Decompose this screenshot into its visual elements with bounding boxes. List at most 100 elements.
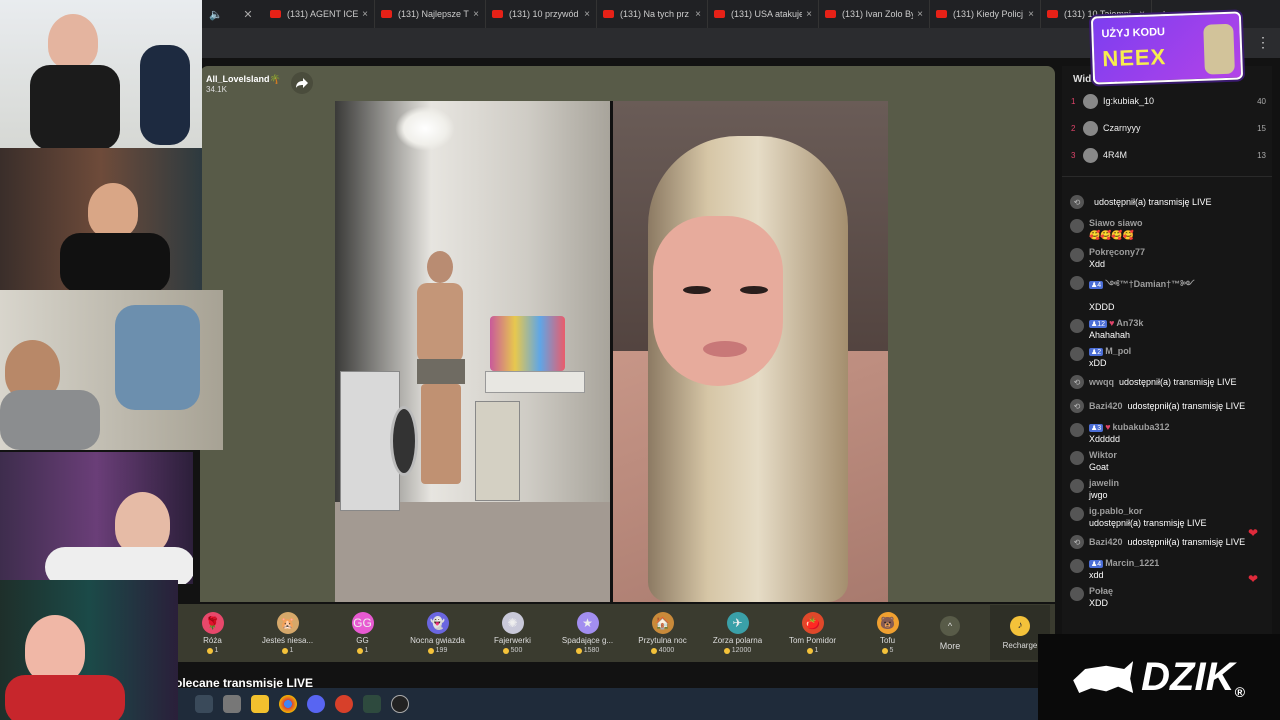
share-button[interactable] xyxy=(291,72,313,94)
webcam-2 xyxy=(0,148,202,290)
gift-item[interactable]: 🍅 Tom Pomidor 1 xyxy=(775,604,850,662)
gift-item[interactable]: 🌹 Róża 1 xyxy=(175,604,250,662)
avatar[interactable] xyxy=(1070,276,1084,290)
chat-user[interactable]: Marcin_1221 xyxy=(1105,558,1159,568)
gift-item[interactable]: 👻 Nocna gwiazda 199 xyxy=(400,604,475,662)
coin-icon xyxy=(281,647,288,654)
chat-user[interactable]: Wiktor xyxy=(1089,450,1117,460)
close-icon[interactable]: × xyxy=(806,9,812,20)
host-name[interactable]: All_LoveIsland🌴 xyxy=(206,74,281,85)
youtube-icon xyxy=(825,10,836,18)
gift-item[interactable]: 🏠 Przytulna noc 4000 xyxy=(625,604,700,662)
gift-item[interactable]: ★ Spadające g... 1580 xyxy=(550,604,625,662)
chrome-icon[interactable] xyxy=(279,695,297,713)
gift-item[interactable]: 🐹 Jesteś niesa... 1 xyxy=(250,604,325,662)
floor xyxy=(335,502,610,602)
close-icon[interactable]: × xyxy=(917,9,923,20)
gift-name: Tofu xyxy=(879,636,896,645)
viewer-row[interactable]: 2 Czarnyyy 15 xyxy=(1071,119,1266,137)
share-event: ⟲ wwqq udostępnił(a) transmisję LIVE xyxy=(1070,374,1270,389)
close-icon[interactable]: × xyxy=(695,9,701,20)
viewer-name: Ig:kubiak_10 xyxy=(1103,96,1155,106)
chat-user[interactable]: Pokręcony77 xyxy=(1089,247,1145,257)
browser-tab[interactable]: (131) Na tych prz × xyxy=(597,0,708,28)
chat-user[interactable]: kubakuba312 xyxy=(1113,422,1170,432)
obs-icon[interactable] xyxy=(391,695,409,713)
coin-icon xyxy=(881,647,888,654)
close-icon[interactable]: × xyxy=(1028,9,1034,20)
gift-name: Jesteś niesa... xyxy=(261,636,314,645)
avatar[interactable] xyxy=(1070,451,1084,465)
gift-price: 5 xyxy=(881,647,893,654)
gift-price: 1580 xyxy=(575,647,599,654)
browser-tab[interactable]: (131) USA atakuje × xyxy=(708,0,819,28)
gift-item[interactable]: GG GG 1 xyxy=(325,604,400,662)
close-icon[interactable]: × xyxy=(362,9,368,20)
chat-user[interactable]: M_pol xyxy=(1105,346,1131,356)
folder-icon[interactable] xyxy=(251,695,269,713)
discord-icon[interactable] xyxy=(307,695,325,713)
tab-title: (131) Na tych prz xyxy=(620,9,690,19)
app-icon[interactable] xyxy=(335,695,353,713)
chat-user[interactable]: jawelin xyxy=(1089,478,1119,488)
close-icon[interactable]: × xyxy=(473,9,479,20)
webcam-1 xyxy=(0,0,202,148)
viewer-row[interactable]: 1 Ig:kubiak_10 40 xyxy=(1071,92,1266,110)
chat-user[interactable]: wwqq xyxy=(1089,377,1114,387)
gift-price: 500 xyxy=(502,647,522,654)
viewer-rank: 1 xyxy=(1071,96,1076,106)
taskview-icon[interactable] xyxy=(195,695,213,713)
close-tab-icon[interactable]: ✕ xyxy=(232,0,264,28)
video-feed-left xyxy=(335,101,610,602)
chat-message: ♟2 M_pol xDD xyxy=(1070,346,1270,368)
tab-title: (131) 10 przywód xyxy=(509,9,579,19)
chat-user[interactable]: Bazi420 xyxy=(1089,401,1123,411)
gift-price: 1 xyxy=(281,647,293,654)
avatar[interactable] xyxy=(1070,479,1084,493)
avatar[interactable] xyxy=(1070,248,1084,262)
chat-user[interactable]: Bazi420 xyxy=(1089,537,1123,547)
viewer-row[interactable]: 3 4R4M 13 xyxy=(1071,146,1266,164)
window-icon[interactable] xyxy=(223,695,241,713)
promo-figure xyxy=(1203,23,1235,75)
chat-text: Ahahahah xyxy=(1089,330,1131,340)
avatar[interactable] xyxy=(1070,587,1084,601)
host-info[interactable]: All_LoveIsland🌴 34.1K xyxy=(206,74,281,94)
youtube-icon xyxy=(936,10,947,18)
chat-text: xdd xyxy=(1089,570,1104,580)
chat-user[interactable]: ig.pablo_kor xyxy=(1089,506,1143,516)
chat-user[interactable]: Siawo siawo xyxy=(1089,218,1143,228)
chat-user[interactable]: ༺™†Damian†™༻ xyxy=(1105,279,1194,289)
gift-item[interactable]: 🐻 Tofu 5 xyxy=(850,604,925,662)
browser-tab[interactable]: (131) Ivan Zolo By × xyxy=(819,0,930,28)
chat-message: ♟4 Marcin_1221 xdd xyxy=(1070,558,1270,580)
browser-tab[interactable]: (131) Kiedy Policj × xyxy=(930,0,1041,28)
browser-tab[interactable]: (131) Najlepsze Tr × xyxy=(375,0,486,28)
video-player[interactable] xyxy=(335,101,888,602)
excel-icon[interactable] xyxy=(363,695,381,713)
bottles xyxy=(490,316,565,371)
star-icon: ★ xyxy=(576,612,599,634)
gift-item[interactable]: ✺ Fajerwerki 500 xyxy=(475,604,550,662)
close-icon[interactable]: × xyxy=(584,9,590,20)
gift-item[interactable]: ✈ Zorza polarna 12000 xyxy=(700,604,775,662)
avatar[interactable] xyxy=(1070,347,1084,361)
heart-badge-icon: ♥ xyxy=(1105,422,1111,432)
avatar[interactable] xyxy=(1070,319,1084,333)
mute-tab-icon[interactable]: 🔈 xyxy=(200,0,232,28)
chat-user[interactable]: Połaę xyxy=(1089,586,1113,596)
avatar[interactable] xyxy=(1070,559,1084,573)
youtube-icon xyxy=(492,10,503,18)
browser-tab[interactable]: (131) 10 przywód × xyxy=(486,0,597,28)
browser-menu-icon[interactable]: ⋮ xyxy=(1256,34,1270,51)
browser-tab[interactable]: (131) AGENT ICE × xyxy=(264,0,375,28)
coin-icon xyxy=(575,647,582,654)
coin-icon xyxy=(502,647,509,654)
more-label: More xyxy=(939,640,961,651)
more-gifts-button[interactable]: ^ More xyxy=(925,615,975,651)
avatar xyxy=(1083,93,1098,109)
avatar[interactable] xyxy=(1070,423,1084,437)
avatar[interactable] xyxy=(1070,219,1084,233)
chat-user[interactable]: An73k xyxy=(1116,318,1143,328)
avatar[interactable] xyxy=(1070,507,1084,521)
